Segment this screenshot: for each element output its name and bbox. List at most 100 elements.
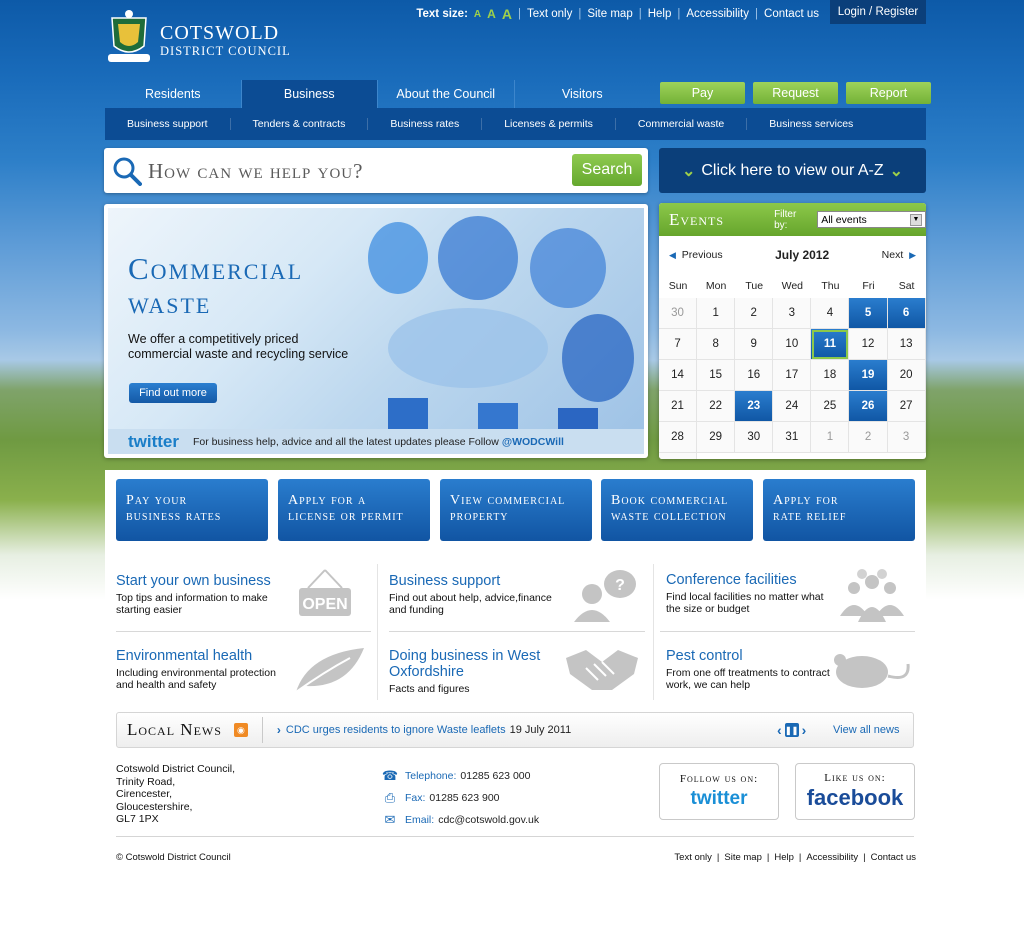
text-only-link[interactable]: Text only <box>527 8 572 20</box>
calendar-day[interactable]: 16 <box>735 360 774 391</box>
view-commercial-property-button[interactable]: View commercial property <box>440 479 592 541</box>
rss-icon[interactable]: ◉ <box>233 723 248 737</box>
pay-button[interactable]: Pay <box>660 82 745 104</box>
calendar-day[interactable]: 15 <box>697 360 736 391</box>
twitter-handle-link[interactable]: @WODCWill <box>502 436 564 448</box>
twitter-logo[interactable]: twitter <box>128 432 179 452</box>
help-link[interactable]: Help <box>648 8 672 20</box>
calendar-day[interactable]: 3 <box>887 422 926 453</box>
calendar-day[interactable]: 12 <box>849 329 888 360</box>
subnav-business-support[interactable]: Business support <box>105 118 231 130</box>
logo-title[interactable]: COTSWOLD <box>160 22 279 45</box>
apply-rate-relief-button[interactable]: Apply for rate relief <box>763 479 915 541</box>
divider <box>653 564 654 700</box>
calendar-day[interactable]: 24 <box>773 391 812 422</box>
text-size-large[interactable]: A <box>502 6 512 22</box>
text-size-small[interactable]: A <box>474 9 481 20</box>
subnav-business-services[interactable]: Business services <box>747 118 875 130</box>
news-next-button[interactable]: › <box>802 722 807 738</box>
calendar-day[interactable]: 25 <box>811 391 850 422</box>
calendar-day-event[interactable]: 5 <box>849 298 888 329</box>
text-size-medium[interactable]: A <box>487 7 496 21</box>
a-z-button[interactable]: ⌄ Click here to view our A-Z ⌄ <box>659 148 926 193</box>
service-card-title[interactable]: Doing business in West Oxfordshire <box>389 648 554 680</box>
fax-icon: ⎙ <box>384 790 396 805</box>
contact-us-link[interactable]: Contact us <box>764 8 819 20</box>
calendar-day[interactable]: 28 <box>659 422 698 453</box>
calendar-day[interactable]: 14 <box>659 360 698 391</box>
logo-subtitle[interactable]: DISTRICT COUNCIL <box>160 44 291 59</box>
login-register-button[interactable]: Login / Register <box>830 0 926 24</box>
council-crest-logo[interactable] <box>104 8 154 66</box>
events-filter-select[interactable]: All events ▼ <box>817 211 926 228</box>
calendar-day-event[interactable]: 26 <box>849 391 888 422</box>
calendar-day[interactable]: 21 <box>659 391 698 422</box>
calendar-day-event[interactable]: 19 <box>849 360 888 391</box>
news-item-link[interactable]: CDC urges residents to ignore Waste leaf… <box>286 724 506 736</box>
calendar-day[interactable]: 22 <box>697 391 736 422</box>
nav-about-the-council[interactable]: About the Council <box>378 80 515 108</box>
search-button[interactable]: Search <box>572 154 642 186</box>
next-month-button[interactable]: Next ▶ <box>882 249 916 261</box>
nav-visitors[interactable]: Visitors <box>515 80 651 108</box>
previous-month-button[interactable]: ◀ Previous <box>669 249 723 261</box>
news-pause-button[interactable]: ❚❚ <box>784 723 799 737</box>
calendar-day[interactable]: 20 <box>887 360 926 391</box>
quick-link-line: Apply for <box>773 493 839 508</box>
calendar-day[interactable]: 13 <box>887 329 926 360</box>
request-button[interactable]: Request <box>753 82 838 104</box>
find-out-more-button[interactable]: Find out more <box>129 383 217 403</box>
calendar-day[interactable]: 27 <box>887 391 926 422</box>
news-item-date: 19 July 2011 <box>509 724 572 736</box>
email-address[interactable]: cdc@cotswold.gov.uk <box>438 814 539 826</box>
calendar-day[interactable]: 7 <box>659 329 698 360</box>
nav-business[interactable]: Business <box>241 80 378 108</box>
calendar-day[interactable]: 10 <box>773 329 812 360</box>
calendar-day[interactable]: 2 <box>849 422 888 453</box>
footer-site-map-link[interactable]: Site map <box>724 852 762 863</box>
news-previous-button[interactable]: ‹ <box>777 722 782 738</box>
search-input[interactable]: How can we help you? <box>148 159 363 184</box>
calendar-day[interactable]: 30 <box>735 422 774 453</box>
pay-business-rates-button[interactable]: Pay your business rates <box>116 479 268 541</box>
report-button[interactable]: Report <box>846 82 931 104</box>
accessibility-link[interactable]: Accessibility <box>686 8 749 20</box>
group-people-icon <box>834 566 910 629</box>
action-buttons: Pay Request Report <box>660 82 931 104</box>
nav-residents[interactable]: Residents <box>105 80 242 108</box>
calendar-day[interactable]: 31 <box>773 422 812 453</box>
subnav-commercial-waste[interactable]: Commercial waste <box>616 118 748 130</box>
calendar-day-event[interactable]: 6 <box>887 298 926 329</box>
calendar-day[interactable]: 4 <box>811 298 850 329</box>
footer-text-only-link[interactable]: Text only <box>674 852 712 863</box>
calendar-day[interactable]: 4 <box>659 453 698 459</box>
calendar-day[interactable]: 9 <box>735 329 774 360</box>
subnav-business-rates[interactable]: Business rates <box>368 118 483 130</box>
footer-help-link[interactable]: Help <box>774 852 794 863</box>
calendar-day[interactable]: 8 <box>697 329 736 360</box>
fax-label: Fax: <box>405 792 426 804</box>
like-facebook-button[interactable]: Like us on: facebook <box>795 763 915 820</box>
calendar-day-event[interactable]: 11 <box>811 329 850 360</box>
footer-contact-us-link[interactable]: Contact us <box>871 852 916 863</box>
subnav-tenders-contracts[interactable]: Tenders & contracts <box>231 118 369 130</box>
calendar-day[interactable]: 30 <box>659 298 698 329</box>
footer-accessibility-link[interactable]: Accessibility <box>806 852 858 863</box>
calendar-day[interactable]: 18 <box>811 360 850 391</box>
calendar-day[interactable]: 1 <box>697 298 736 329</box>
calendar-day[interactable]: 1 <box>811 422 850 453</box>
follow-twitter-button[interactable]: Follow us on: twitter <box>659 763 779 820</box>
site-map-link[interactable]: Site map <box>587 8 632 20</box>
apply-license-permit-button[interactable]: Apply for a license or permit <box>278 479 430 541</box>
calendar-day[interactable]: 17 <box>773 360 812 391</box>
calendar-day-event[interactable]: 23 <box>735 391 774 422</box>
calendar-day[interactable]: 2 <box>735 298 774 329</box>
calendar-grid: Sun Mon Tue Wed Thu Fri Sat 30 1 2 3 4 5 6 7 8 9 10 11 12 13… <box>659 274 926 459</box>
book-waste-collection-button[interactable]: Book commercial waste collection <box>601 479 753 541</box>
calendar-day[interactable]: 3 <box>773 298 812 329</box>
svg-text:?: ? <box>615 577 625 594</box>
subnav-licenses-permits[interactable]: Licenses & permits <box>482 118 616 130</box>
leaf-icon <box>288 644 368 699</box>
calendar-day[interactable]: 29 <box>697 422 736 453</box>
view-all-news-link[interactable]: View all news <box>833 724 899 736</box>
